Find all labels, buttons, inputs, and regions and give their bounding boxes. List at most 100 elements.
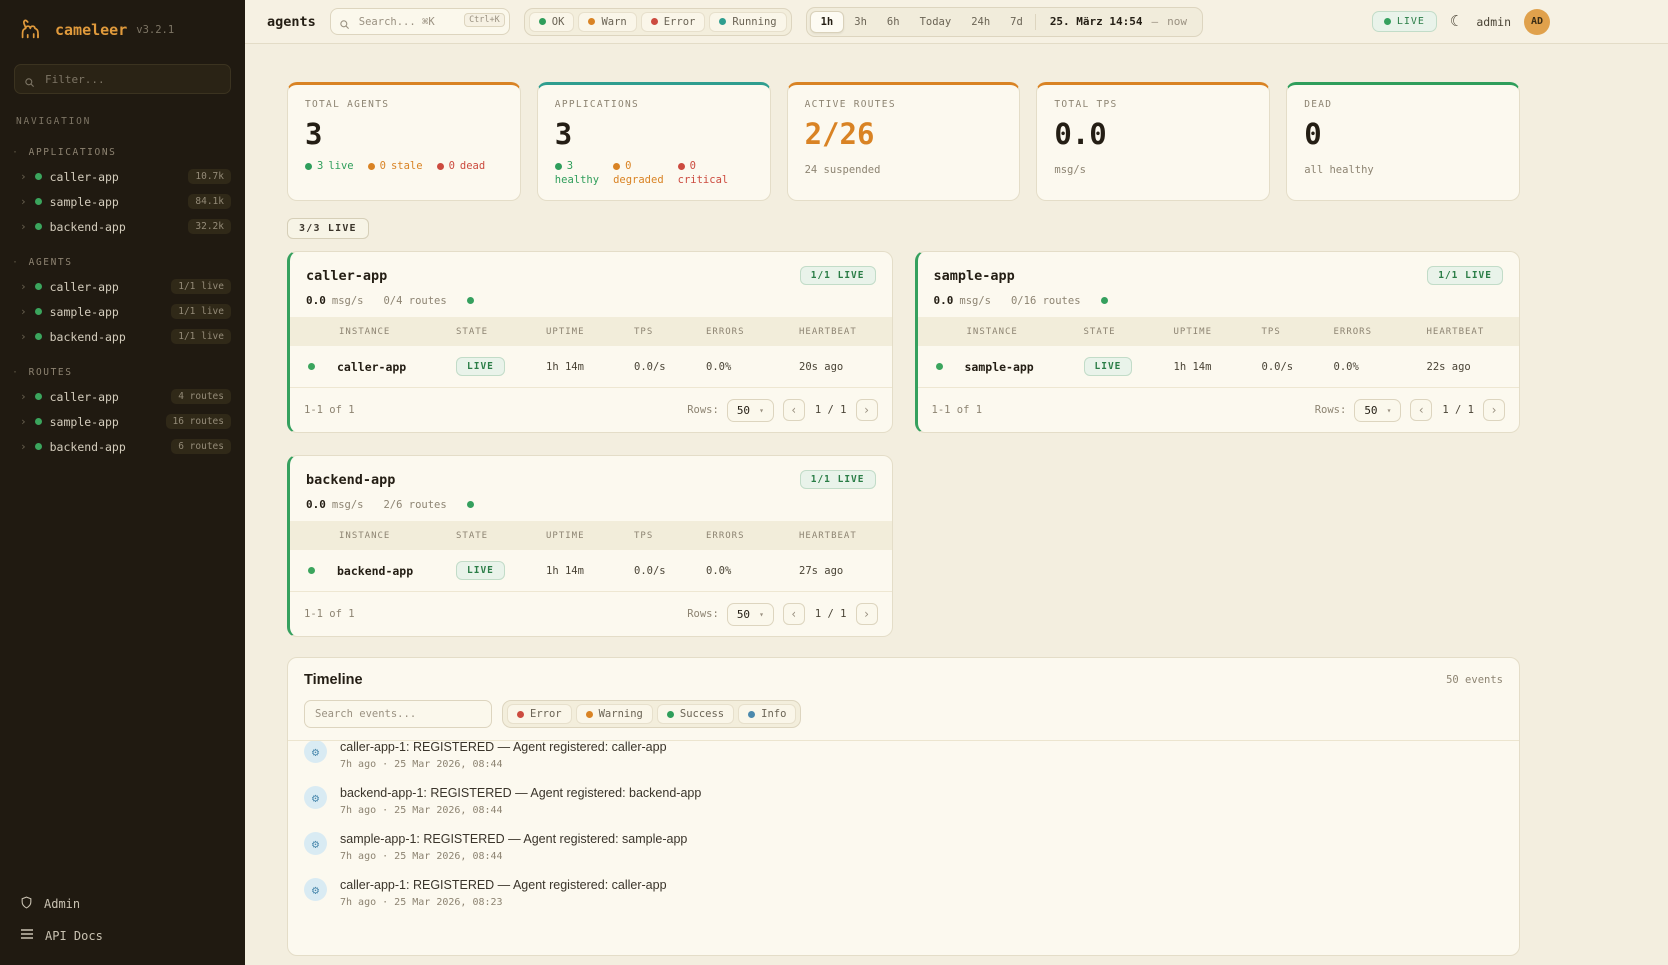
timeline-filter-error[interactable]: Error bbox=[507, 704, 572, 724]
sidebar-item-label: sample-app bbox=[50, 195, 119, 209]
timeline-filter-success[interactable]: Success bbox=[657, 704, 734, 724]
stat-value: 0 bbox=[1304, 117, 1502, 151]
stat-value: 3 bbox=[555, 117, 753, 151]
sidebar-item-routes-caller-app[interactable]: › caller-app 4 routes bbox=[0, 384, 245, 409]
time-range-24h[interactable]: 24h bbox=[961, 12, 1000, 32]
rows-label: Rows: bbox=[1315, 404, 1347, 416]
timeline-filter-info[interactable]: Info bbox=[738, 704, 796, 724]
app-rate-unit: msg/s bbox=[332, 499, 364, 511]
timeline-event[interactable]: ⚙ caller-app-1: REGISTERED — Agent regis… bbox=[288, 870, 1519, 916]
sidebar-section-header-routes[interactable]: · ROUTES bbox=[0, 363, 245, 384]
chevron-right-icon: › bbox=[20, 280, 27, 293]
col-tps: TPS bbox=[1262, 327, 1334, 337]
live-toggle[interactable]: LIVE bbox=[1372, 11, 1437, 32]
rows-per-page-select[interactable]: 50 ▾ bbox=[727, 399, 774, 422]
sidebar-item-app-caller-app[interactable]: › caller-app 10.7k bbox=[0, 164, 245, 189]
sidebar-item-app-backend-app[interactable]: › backend-app 32.2k bbox=[0, 214, 245, 239]
prev-page-button[interactable]: ‹ bbox=[1410, 399, 1432, 421]
time-range-today[interactable]: Today bbox=[910, 12, 962, 32]
live-toggle-label: LIVE bbox=[1397, 16, 1425, 27]
sidebar-link-label: API Docs bbox=[45, 929, 103, 943]
health-dot-icon bbox=[1101, 297, 1108, 304]
rows-per-page-select[interactable]: 50 ▾ bbox=[727, 603, 774, 626]
sidebar-item-agent-backend-app[interactable]: › backend-app 1/1 live bbox=[0, 324, 245, 349]
app-live-badge: 1/1 LIVE bbox=[800, 470, 876, 489]
timeline-filter-group: Error Warning Success Info bbox=[502, 700, 801, 728]
col-heartbeat: HEARTBEAT bbox=[799, 531, 876, 541]
table-row[interactable]: sample-app LIVE 1h 14m 0.0/s 0.0% 22s ag… bbox=[918, 346, 1520, 388]
table-header: INSTANCE STATE UPTIME TPS ERRORS HEARTBE… bbox=[918, 317, 1520, 346]
sidebar-item-agent-caller-app[interactable]: › caller-app 1/1 live bbox=[0, 274, 245, 299]
sidebar-item-routes-backend-app[interactable]: › backend-app 6 routes bbox=[0, 434, 245, 459]
prev-page-button[interactable]: ‹ bbox=[783, 603, 805, 625]
filter-input[interactable] bbox=[14, 64, 231, 94]
app-name[interactable]: backend-app bbox=[306, 472, 395, 488]
filter-pill-ok[interactable]: OK bbox=[529, 12, 575, 32]
rows-per-page-select[interactable]: 50 ▾ bbox=[1354, 399, 1401, 422]
stat-sub: msg/s bbox=[1054, 164, 1252, 176]
next-page-button[interactable]: › bbox=[856, 399, 878, 421]
time-range-7d[interactable]: 7d bbox=[1000, 12, 1033, 32]
sidebar-item-agent-sample-app[interactable]: › sample-app 1/1 live bbox=[0, 299, 245, 324]
app-name[interactable]: caller-app bbox=[306, 268, 387, 284]
stat-detail-critical: 0 critical bbox=[678, 160, 729, 186]
filter-pill-running[interactable]: Running bbox=[709, 12, 786, 32]
app-routes: 2/6 routes bbox=[383, 499, 446, 511]
app-card-caller-app: caller-app 1/1 LIVE 0.0 msg/s 0/4 routes… bbox=[287, 251, 893, 433]
timeline-event[interactable]: ⚙ sample-app-1: REGISTERED — Agent regis… bbox=[288, 824, 1519, 870]
next-page-button[interactable]: › bbox=[856, 603, 878, 625]
timeline-events[interactable]: ⚙ caller-app-1: REGISTERED — Agent regis… bbox=[288, 740, 1519, 955]
page-indicator: 1 / 1 bbox=[815, 404, 847, 416]
docs-icon bbox=[20, 928, 34, 943]
event-time: 7h ago · 25 Mar 2026, 08:44 bbox=[340, 851, 687, 862]
sidebar-link-admin[interactable]: Admin bbox=[20, 896, 225, 912]
sidebar-item-routes-sample-app[interactable]: › sample-app 16 routes bbox=[0, 409, 245, 434]
sidebar-link-api-docs[interactable]: API Docs bbox=[20, 928, 225, 943]
avatar[interactable]: AD bbox=[1524, 9, 1550, 35]
status-dot-icon bbox=[539, 18, 546, 25]
cell-heartbeat: 27s ago bbox=[799, 565, 876, 577]
timeline-search-input[interactable] bbox=[304, 700, 492, 728]
sidebar-section-header-applications[interactable]: · APPLICATIONS bbox=[0, 143, 245, 164]
prev-page-button[interactable]: ‹ bbox=[783, 399, 805, 421]
timeline-event[interactable]: ⚙ backend-app-1: REGISTERED — Agent regi… bbox=[288, 778, 1519, 824]
filter-pill-error[interactable]: Error bbox=[641, 12, 706, 32]
chevron-right-icon: › bbox=[1490, 403, 1497, 417]
chevron-right-icon: › bbox=[863, 607, 870, 621]
time-range-1h[interactable]: 1h bbox=[810, 11, 845, 33]
col-heartbeat: HEARTBEAT bbox=[1427, 327, 1504, 337]
table-row[interactable]: caller-app LIVE 1h 14m 0.0/s 0.0% 20s ag… bbox=[290, 346, 892, 388]
app-rate: 0.0 bbox=[934, 294, 954, 307]
col-uptime: UPTIME bbox=[1174, 327, 1262, 337]
chevron-left-icon: ‹ bbox=[1418, 403, 1425, 417]
table-row[interactable]: backend-app LIVE 1h 14m 0.0/s 0.0% 27s a… bbox=[290, 550, 892, 592]
app-name[interactable]: sample-app bbox=[934, 268, 1015, 284]
time-range-3h[interactable]: 3h bbox=[844, 12, 877, 32]
sidebar-footer: Admin API Docs bbox=[0, 882, 245, 965]
status-dot-icon bbox=[305, 163, 312, 170]
gear-icon: ⚙ bbox=[304, 878, 327, 901]
app-logo[interactable]: cameleer v3.2.1 bbox=[0, 0, 245, 54]
caret-icon: · bbox=[12, 257, 20, 268]
health-dot-icon bbox=[467, 297, 474, 304]
timeline-filter-warning[interactable]: Warning bbox=[576, 704, 653, 724]
apps-grid: caller-app 1/1 LIVE 0.0 msg/s 0/4 routes… bbox=[287, 251, 1520, 637]
filter-pill-label: Error bbox=[664, 16, 696, 28]
dark-mode-toggle[interactable]: ☾ bbox=[1450, 14, 1463, 29]
table-footer: 1-1 of 1 Rows: 50 ▾ ‹ 1 / 1 › bbox=[290, 592, 892, 636]
sidebar-section-routes: · ROUTES › caller-app 4 routes › sample-… bbox=[0, 363, 245, 459]
sidebar-item-app-sample-app[interactable]: › sample-app 84.1k bbox=[0, 189, 245, 214]
chevron-right-icon: › bbox=[20, 195, 27, 208]
col-instance: INSTANCE bbox=[306, 531, 456, 541]
stat-sub: 24 suspended bbox=[805, 164, 1003, 176]
time-range-6h[interactable]: 6h bbox=[877, 12, 910, 32]
next-page-button[interactable]: › bbox=[1483, 399, 1505, 421]
chevron-left-icon: ‹ bbox=[790, 403, 797, 417]
chevron-right-icon: › bbox=[20, 330, 27, 343]
sidebar-section-header-agents[interactable]: · AGENTS bbox=[0, 253, 245, 274]
status-dot-icon bbox=[719, 18, 726, 25]
timeline-event[interactable]: ⚙ caller-app-1: REGISTERED — Agent regis… bbox=[288, 740, 1519, 778]
col-errors: ERRORS bbox=[706, 531, 799, 541]
filter-pill-warn[interactable]: Warn bbox=[578, 12, 636, 32]
rows-label: Rows: bbox=[687, 404, 719, 416]
